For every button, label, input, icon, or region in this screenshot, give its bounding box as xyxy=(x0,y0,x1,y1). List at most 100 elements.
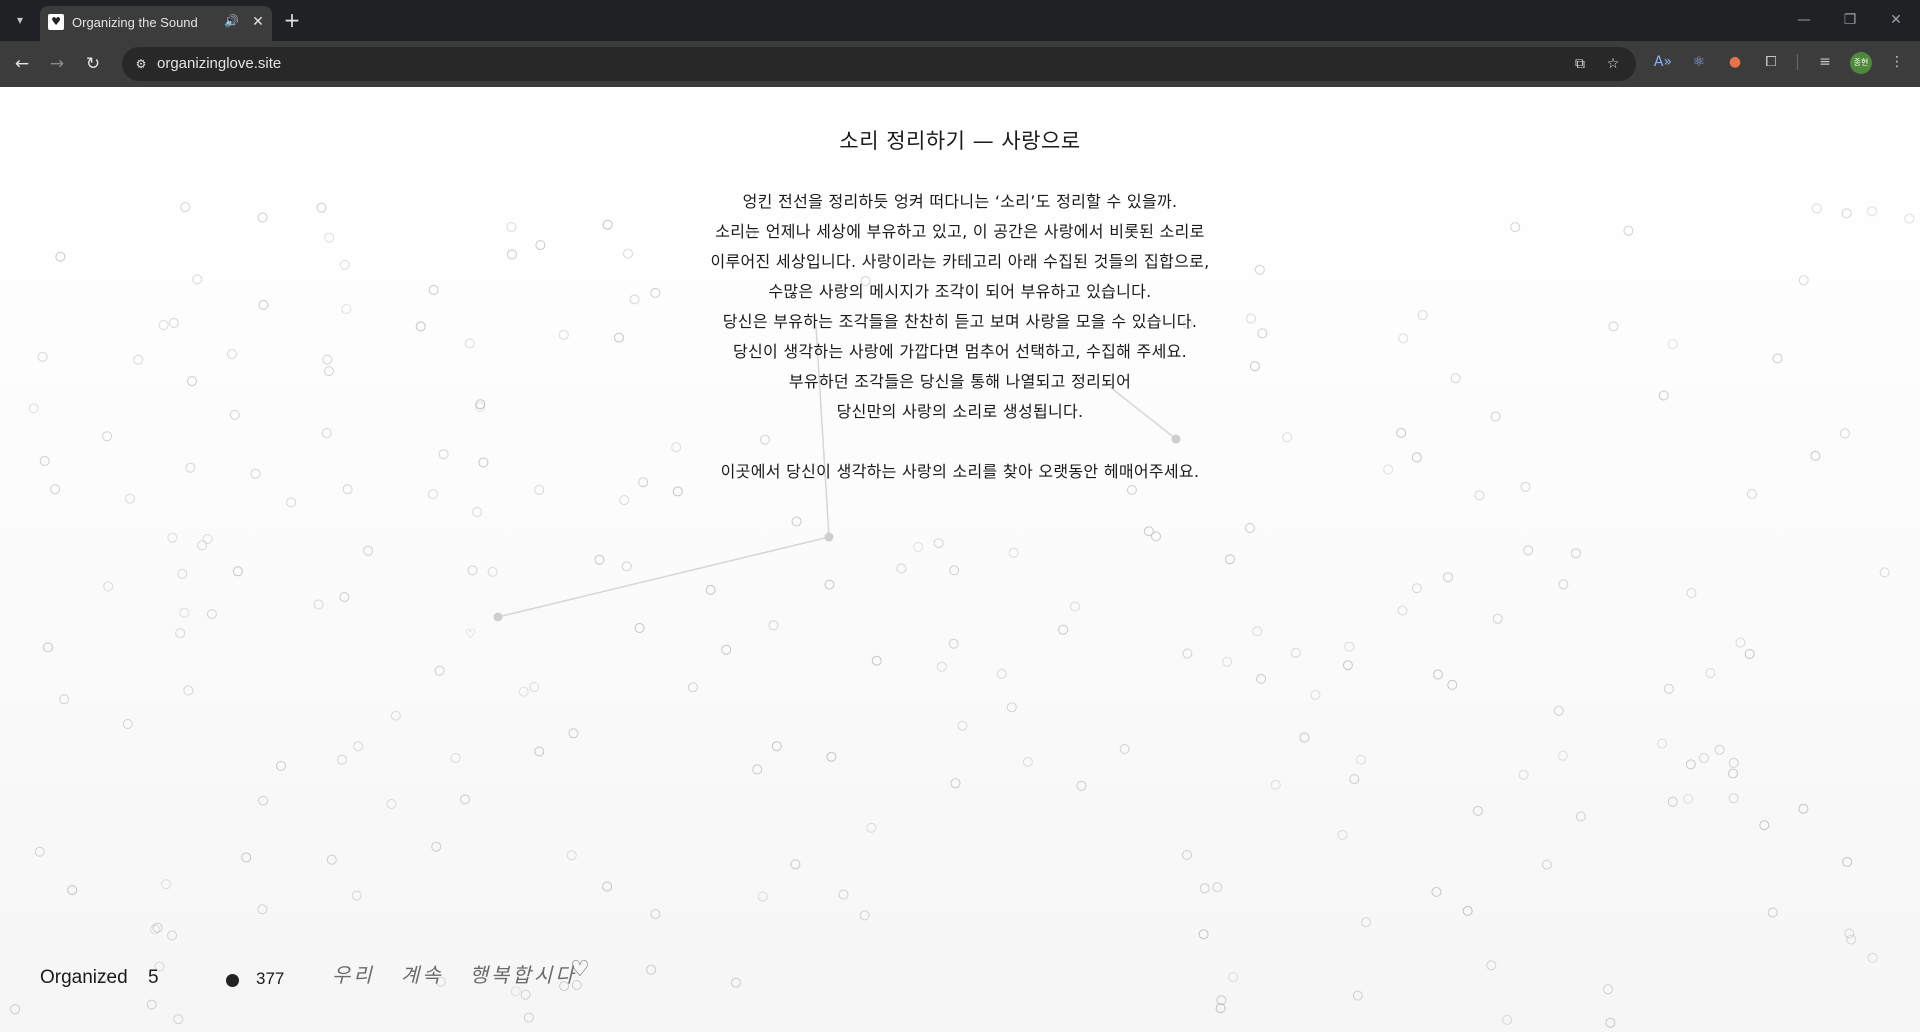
sound-fragment[interactable] xyxy=(634,623,645,633)
sound-fragment[interactable] xyxy=(721,644,732,655)
sound-fragment[interactable] xyxy=(339,592,350,603)
sound-fragment[interactable] xyxy=(672,486,683,497)
sound-fragment[interactable] xyxy=(933,538,944,549)
sound-fragment[interactable] xyxy=(1198,929,1209,940)
site-info-icon[interactable]: ⚙ xyxy=(130,53,152,75)
sound-fragment[interactable] xyxy=(866,822,877,833)
sound-fragment[interactable] xyxy=(125,493,135,504)
forward-icon[interactable]: → xyxy=(44,51,70,77)
sound-fragment[interactable] xyxy=(1182,648,1193,659)
sound-fragment[interactable] xyxy=(428,489,438,500)
sound-fragment[interactable] xyxy=(232,566,243,577)
sound-fragment[interactable] xyxy=(460,794,470,805)
sound-fragment[interactable] xyxy=(1683,793,1694,804)
sound-fragment[interactable] xyxy=(1006,702,1017,713)
sound-fragment[interactable] xyxy=(1443,572,1453,583)
react-devtools-icon[interactable]: ⚛ xyxy=(1688,51,1710,73)
sound-fragment[interactable] xyxy=(257,904,268,915)
sound-fragment[interactable] xyxy=(1728,768,1738,779)
sound-fragment[interactable] xyxy=(757,891,768,902)
sound-fragment[interactable] xyxy=(529,682,540,692)
sound-fragment[interactable] xyxy=(1759,820,1770,831)
sound-fragment[interactable] xyxy=(646,964,657,975)
sound-fragment[interactable] xyxy=(390,710,401,721)
sound-fragment[interactable] xyxy=(1553,705,1564,716)
sound-fragment[interactable] xyxy=(1846,934,1857,945)
extensions-puzzle-icon[interactable]: ⧠ xyxy=(1760,51,1782,73)
sound-fragment[interactable] xyxy=(1867,952,1878,963)
sound-fragment[interactable] xyxy=(353,741,364,752)
back-icon[interactable]: ← xyxy=(9,51,35,77)
sound-fragment[interactable] xyxy=(34,846,45,857)
read-aloud-icon[interactable]: A» xyxy=(1652,51,1674,73)
extension-avatar-icon[interactable]: ● xyxy=(1724,51,1746,73)
sound-fragment[interactable] xyxy=(1355,754,1366,765)
sound-fragment[interactable] xyxy=(896,563,907,574)
sound-fragment[interactable] xyxy=(1342,660,1353,671)
sound-fragment[interactable] xyxy=(1270,779,1281,790)
heart-fragment-icon[interactable]: ♡ xyxy=(465,627,476,641)
close-tab-icon[interactable]: ✕ xyxy=(248,12,268,32)
sound-fragment[interactable] xyxy=(363,545,374,556)
sound-fragment[interactable] xyxy=(43,642,53,653)
sound-fragment[interactable] xyxy=(510,986,521,997)
sound-fragment[interactable] xyxy=(1714,744,1725,755)
sound-fragment[interactable] xyxy=(1657,738,1668,749)
sound-fragment[interactable] xyxy=(276,760,286,771)
sound-fragment[interactable] xyxy=(1879,567,1890,578)
sound-fragment[interactable] xyxy=(487,566,498,577)
sound-fragment[interactable] xyxy=(568,728,579,739)
sound-fragment[interactable] xyxy=(838,889,849,900)
sound-fragment[interactable] xyxy=(1557,750,1568,761)
sound-fragment[interactable] xyxy=(258,795,269,806)
sound-fragment[interactable] xyxy=(1667,796,1678,807)
sound-fragment[interactable] xyxy=(859,910,870,921)
sound-fragment[interactable] xyxy=(1842,856,1853,867)
sound-fragment[interactable] xyxy=(161,879,171,890)
url-text[interactable]: organizinglove.site xyxy=(157,55,281,72)
sound-fragment[interactable] xyxy=(1486,960,1497,971)
sound-fragment[interactable] xyxy=(1344,641,1355,652)
sound-fragment[interactable] xyxy=(594,554,605,565)
sound-fragment[interactable] xyxy=(167,532,178,543)
media-controls-icon[interactable]: ≡ xyxy=(1814,51,1836,73)
sound-fragment[interactable] xyxy=(431,841,442,852)
sound-fragment[interactable] xyxy=(913,542,924,552)
sound-fragment[interactable] xyxy=(1767,907,1778,918)
sound-fragment[interactable] xyxy=(650,909,661,920)
sound-fragment[interactable] xyxy=(1502,1014,1513,1025)
sound-fragment[interactable] xyxy=(351,890,362,901)
sound-fragment[interactable] xyxy=(1058,624,1069,635)
sound-fragment[interactable] xyxy=(206,609,217,620)
sound-fragment[interactable] xyxy=(1447,679,1458,690)
sound-fragment[interactable] xyxy=(1798,803,1809,814)
sound-fragment[interactable] xyxy=(1310,689,1321,700)
sound-fragment[interactable] xyxy=(1337,830,1348,840)
sound-fragment[interactable] xyxy=(122,719,133,729)
reload-icon[interactable]: ↻ xyxy=(80,51,106,77)
sound-fragment[interactable] xyxy=(1541,859,1552,870)
sound-fragment[interactable] xyxy=(1685,759,1696,770)
sound-fragment[interactable] xyxy=(67,885,78,896)
sound-fragment[interactable] xyxy=(1663,683,1674,694)
sound-fragment[interactable] xyxy=(1199,883,1210,894)
sound-fragment[interactable] xyxy=(1225,554,1235,565)
sound-fragment[interactable] xyxy=(59,694,70,705)
selected-fragment-node[interactable] xyxy=(824,532,834,542)
sound-fragment[interactable] xyxy=(1603,984,1613,995)
minimize-icon[interactable]: — xyxy=(1792,8,1816,32)
sound-fragment[interactable] xyxy=(688,682,698,693)
restore-icon[interactable]: ❐ xyxy=(1838,8,1862,32)
sound-fragment[interactable] xyxy=(996,668,1007,679)
sound-fragment[interactable] xyxy=(752,764,763,775)
sound-fragment[interactable] xyxy=(1705,668,1716,679)
sound-fragment[interactable] xyxy=(936,661,947,672)
sound-fragment[interactable] xyxy=(1222,656,1233,667)
sound-fragment[interactable] xyxy=(948,638,959,649)
sound-fragment[interactable] xyxy=(621,561,632,572)
sound-fragment[interactable] xyxy=(434,665,445,676)
sound-fragment[interactable] xyxy=(1605,1017,1616,1028)
sound-fragment[interactable] xyxy=(1492,613,1503,624)
sound-fragment[interactable] xyxy=(602,881,613,892)
profile-avatar[interactable]: 종현 xyxy=(1850,52,1872,74)
